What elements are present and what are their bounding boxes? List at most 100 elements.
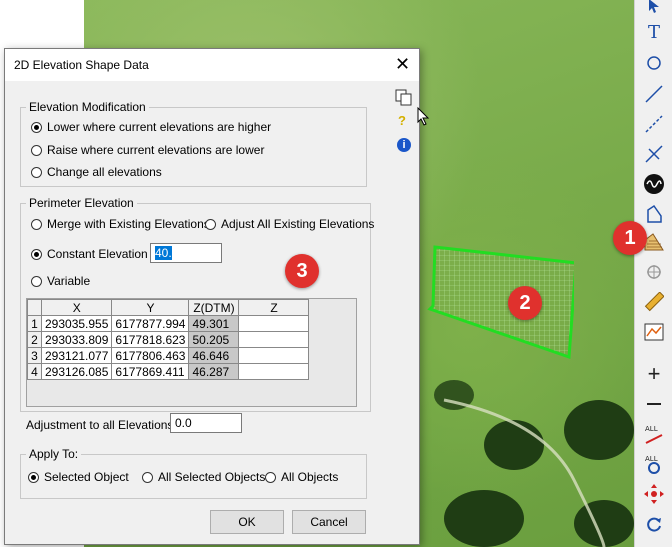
radio-label: Lower where current elevations are highe…	[47, 120, 272, 134]
cancel-button[interactable]: Cancel	[292, 510, 366, 534]
cell-x[interactable]: 293121.077	[40, 347, 113, 364]
minus-icon[interactable]	[639, 390, 669, 418]
dialog-titlebar: 2D Elevation Shape Data ✕	[5, 49, 419, 81]
radio-label: Change all elevations	[47, 165, 162, 179]
radio-raise-where-lower[interactable]: Raise where current elevations are lower	[31, 143, 264, 157]
cell-y[interactable]: 6177818.623	[111, 331, 190, 348]
cell-z[interactable]	[238, 363, 310, 380]
line-icon[interactable]	[639, 80, 669, 108]
radio-dot	[31, 121, 42, 133]
radio-label: Variable	[47, 274, 91, 288]
column-header-x[interactable]: X	[40, 299, 113, 316]
row-header[interactable]: 3	[27, 347, 42, 364]
column-header-y[interactable]: Y	[111, 299, 190, 316]
plus-icon[interactable]: +	[639, 360, 669, 388]
cell-zdtm: 49.301	[188, 315, 240, 332]
radio-change-all[interactable]: Change all elevations	[31, 165, 162, 179]
adjustment-label: Adjustment to all Elevations	[26, 418, 174, 432]
ok-button[interactable]: OK	[210, 510, 284, 534]
cell-y[interactable]: 6177869.411	[111, 363, 190, 380]
cell-z[interactable]	[238, 315, 310, 332]
mouse-cursor-icon	[417, 107, 430, 126]
radio-dot	[31, 166, 42, 178]
waveform-icon[interactable]	[639, 170, 669, 198]
radio-label: Selected Object	[44, 470, 129, 484]
cell-zdtm: 46.287	[188, 363, 240, 380]
radio-dot	[205, 218, 216, 230]
elevation-modification-label: Elevation Modification	[26, 100, 149, 114]
text-icon[interactable]: T	[639, 18, 669, 46]
close-icon[interactable]: ✕	[395, 55, 410, 73]
radio-all-objects[interactable]: All Objects	[265, 470, 338, 484]
svg-text:ALL: ALL	[645, 425, 658, 433]
radio-label: Raise where current elevations are lower	[47, 143, 265, 157]
copy-icon[interactable]	[395, 89, 413, 107]
radio-constant-elevation[interactable]: Constant Elevation	[31, 247, 148, 261]
crosshair-icon[interactable]	[639, 258, 669, 286]
all-line-icon[interactable]: ALL	[639, 420, 669, 448]
cell-zdtm: 46.646	[188, 347, 240, 364]
svg-text:ALL: ALL	[645, 455, 658, 463]
row-header[interactable]: 2	[27, 331, 42, 348]
row-header[interactable]: 1	[27, 315, 42, 332]
constant-elevation-input[interactable]: 40.	[150, 243, 222, 263]
radio-label: Constant Elevation	[47, 247, 148, 261]
row-header[interactable]: 4	[27, 363, 42, 380]
table-row[interactable]: 2 293033.809 6177818.623 50.205	[27, 331, 310, 348]
radio-dot	[142, 471, 153, 483]
constant-elevation-value: 40.	[155, 246, 172, 260]
cell-y[interactable]: 6177806.463	[111, 347, 190, 364]
adjustment-input[interactable]: 0.0	[170, 413, 242, 433]
info-icon[interactable]: i	[397, 138, 411, 152]
annotation-badge-2: 2	[508, 286, 542, 320]
radio-label: Merge with Existing Elevations	[47, 217, 210, 231]
elevation-shape[interactable]	[424, 240, 574, 370]
radio-dot	[31, 248, 42, 260]
cell-zdtm: 50.205	[188, 331, 240, 348]
dialog-title: 2D Elevation Shape Data	[14, 58, 149, 72]
radio-adjust-all-existing[interactable]: Adjust All Existing Elevations	[205, 217, 374, 231]
table-row[interactable]: 3 293121.077 6177806.463 46.646	[27, 347, 310, 364]
cell-y[interactable]: 6177877.994	[111, 315, 190, 332]
ruler-icon[interactable]	[639, 288, 669, 316]
cell-x[interactable]: 293033.809	[40, 331, 113, 348]
radio-selected-object[interactable]: Selected Object	[28, 470, 129, 484]
help-icon[interactable]: ?	[398, 113, 406, 128]
radio-all-selected-objects[interactable]: All Selected Objects	[142, 470, 265, 484]
radio-dot	[265, 471, 276, 483]
select-arrow-icon[interactable]	[639, 0, 669, 20]
move-icon[interactable]	[639, 480, 669, 508]
annotation-badge-1: 1	[613, 221, 647, 255]
radio-lower-where-higher[interactable]: Lower where current elevations are highe…	[31, 120, 271, 134]
elevation-shape-dialog: 2D Elevation Shape Data ✕ ? i Elevation …	[4, 48, 430, 545]
perimeter-elevation-label: Perimeter Elevation	[26, 196, 137, 210]
elevation-table: X Y Z(DTM) Z 1 293035.955 6177877.994 49…	[27, 299, 310, 380]
radio-dot	[28, 471, 39, 483]
trail	[443, 398, 606, 547]
cell-x[interactable]: 293035.955	[40, 315, 113, 332]
radio-label: Adjust All Existing Elevations	[221, 217, 375, 231]
table-corner-header	[27, 299, 42, 316]
table-row[interactable]: 1 293035.955 6177877.994 49.301	[27, 315, 310, 332]
column-header-z[interactable]: Z	[238, 299, 310, 316]
cell-z[interactable]	[238, 331, 310, 348]
profile-icon[interactable]	[639, 318, 669, 346]
column-header-zdtm[interactable]: Z(DTM)	[188, 299, 240, 316]
annotation-badge-3: 3	[285, 254, 319, 288]
circle-icon[interactable]	[639, 49, 669, 77]
table-row[interactable]: 4 293126.085 6177869.411 46.287	[27, 363, 310, 380]
tools-toolbar: T + ALL ALL	[634, 0, 672, 547]
radio-label: All Selected Objects	[158, 470, 266, 484]
radio-variable[interactable]: Variable	[31, 274, 90, 288]
refresh-icon[interactable]	[639, 510, 669, 538]
cell-z[interactable]	[238, 347, 310, 364]
radio-merge-existing[interactable]: Merge with Existing Elevations	[31, 217, 210, 231]
dashed-line-icon[interactable]	[639, 110, 669, 138]
radio-dot	[31, 218, 42, 230]
radio-label: All Objects	[281, 470, 339, 484]
radio-dot	[31, 144, 42, 156]
split-icon[interactable]	[639, 140, 669, 168]
polyline-icon[interactable]	[639, 200, 669, 228]
cell-x[interactable]: 293126.085	[40, 363, 113, 380]
all-point-icon[interactable]: ALL	[639, 450, 669, 478]
